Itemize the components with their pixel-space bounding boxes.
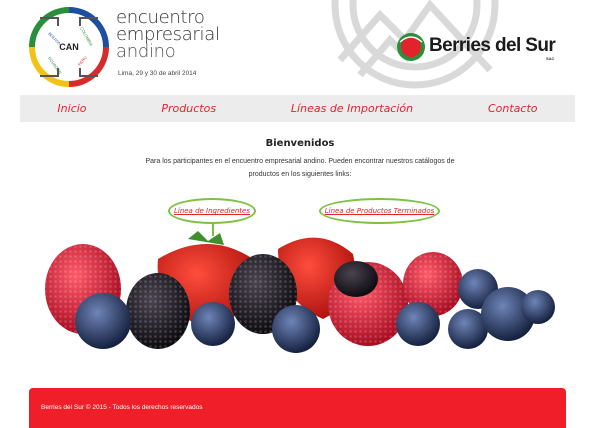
- can-logo: CAN BOLIVIA COLOMBIA ECUADOR PERU: [29, 7, 109, 87]
- nav-contacto[interactable]: Contacto: [488, 102, 538, 115]
- welcome-section: Bienvenidos Para los participantes en el…: [0, 138, 600, 181]
- footer: Berries del Sur © 2015 - Todos los derec…: [29, 388, 566, 428]
- can-logo-text: CAN: [59, 42, 79, 52]
- event-date: Lima, 29 y 30 de abril 2014: [118, 70, 197, 77]
- berries-del-sur-logo[interactable]: Berries del Sur: [396, 30, 556, 64]
- brand-suffix: SAC: [546, 56, 555, 61]
- header: CAN BOLIVIA COLOMBIA ECUADOR PERU encuen…: [0, 0, 600, 92]
- berry-icon: [397, 33, 425, 61]
- berries-photo: [45, 231, 555, 353]
- page-title: Bienvenidos: [265, 138, 335, 149]
- country-peru: PERU: [77, 55, 88, 67]
- link-linea-ingredientes[interactable]: Línea de Ingredientes: [174, 207, 250, 215]
- link-linea-productos-terminados[interactable]: Línea de Productos Terminados: [325, 207, 435, 215]
- brand-name: Berries del Sur: [429, 35, 556, 56]
- footer-copyright: Berries del Sur © 2015 - Todos los derec…: [41, 404, 203, 411]
- terminados-link-oval: Línea de Productos Terminados: [319, 198, 440, 224]
- country-colombia: COLOMBIA: [79, 26, 94, 47]
- ingredientes-link-oval: Línea de Ingredientes: [168, 198, 256, 224]
- country-bolivia: BOLIVIA: [47, 31, 62, 46]
- intro-text: Para los participantes en el encuentro e…: [145, 158, 455, 178]
- event-title-line3: andino: [116, 41, 176, 62]
- event-title: encuentro empresarial andino: [116, 9, 256, 62]
- nav-inicio[interactable]: Inicio: [57, 102, 86, 115]
- nav-productos[interactable]: Productos: [161, 102, 216, 115]
- main-nav: Inicio Productos Líneas de Importación C…: [20, 95, 575, 122]
- country-ecuador: ECUADOR: [47, 56, 63, 75]
- nav-lineas-importacion[interactable]: Líneas de Importación: [291, 102, 413, 115]
